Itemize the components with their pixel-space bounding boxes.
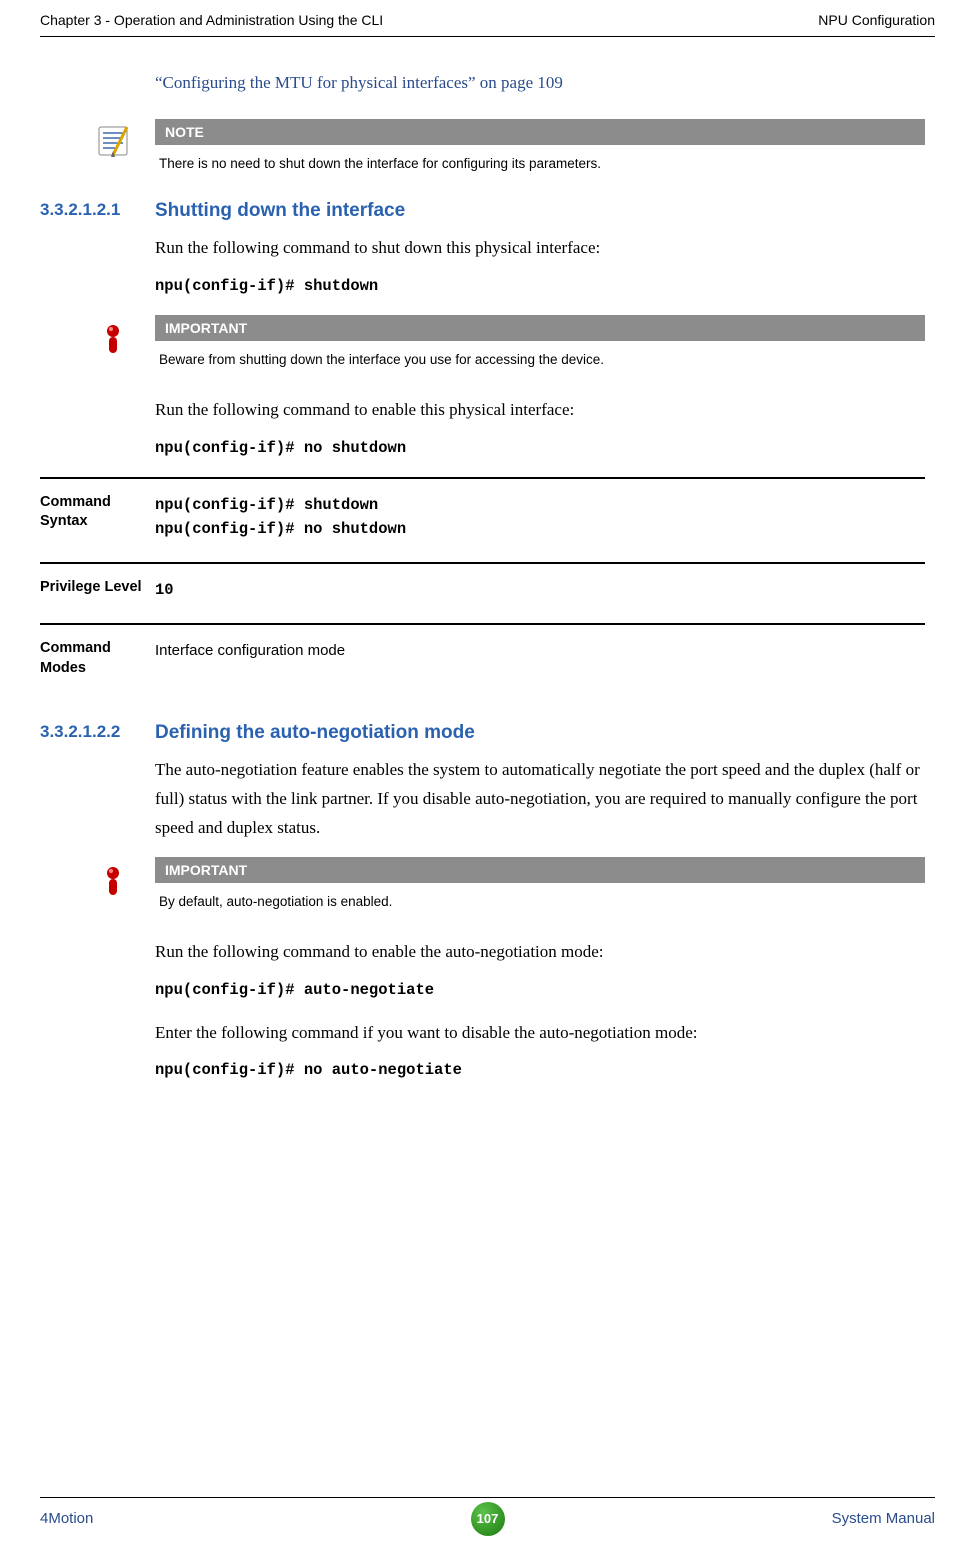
section-number: 3.3.2.1.2.2 — [40, 722, 155, 744]
table-row: Command Syntax npu(config-if)# shutdown … — [40, 477, 925, 563]
footer-right: System Manual — [832, 1510, 935, 1527]
paragraph: Run the following command to shut down t… — [155, 234, 925, 263]
important-icon — [93, 859, 133, 899]
ref-value: npu(config-if)# shutdown npu(config-if)#… — [155, 493, 406, 543]
ref-line: npu(config-if)# no shutdown — [155, 517, 406, 542]
note-text: There is no need to shut down the interf… — [155, 145, 925, 180]
ref-label: Command Syntax — [40, 493, 155, 543]
important-text: By default, auto-negotiation is enabled. — [155, 883, 925, 918]
header-right: NPU Configuration — [818, 12, 935, 28]
code-line: npu(config-if)# no shutdown — [155, 439, 925, 457]
table-row: Privilege Level 10 — [40, 562, 925, 623]
important-text: Beware from shutting down the interface … — [155, 341, 925, 376]
ref-label: Privilege Level — [40, 578, 155, 603]
paragraph: The auto-negotiation feature enables the… — [155, 756, 925, 843]
paragraph: Run the following command to enable this… — [155, 396, 925, 425]
command-reference-table: Command Syntax npu(config-if)# shutdown … — [40, 477, 925, 699]
page-footer: 4Motion 107 System Manual — [40, 1497, 935, 1527]
code-line: npu(config-if)# shutdown — [155, 277, 925, 295]
page-number: 107 — [477, 1511, 499, 1526]
note-header: NOTE — [155, 119, 925, 145]
code-line: npu(config-if)# no auto-negotiate — [155, 1061, 925, 1079]
ref-line: npu(config-if)# shutdown — [155, 493, 406, 518]
section-number: 3.3.2.1.2.1 — [40, 200, 155, 222]
page-number-badge: 107 — [471, 1502, 505, 1536]
note-icon — [93, 121, 133, 161]
cross-ref-link[interactable]: “Configuring the MTU for physical interf… — [155, 73, 925, 93]
important-callout: IMPORTANT Beware from shutting down the … — [75, 315, 925, 376]
code-line: npu(config-if)# auto-negotiate — [155, 981, 925, 999]
note-callout: NOTE There is no need to shut down the i… — [75, 119, 925, 180]
important-header: IMPORTANT — [155, 857, 925, 883]
important-callout: IMPORTANT By default, auto-negotiation i… — [75, 857, 925, 918]
paragraph: Enter the following command if you want … — [155, 1019, 925, 1048]
ref-label: Command Modes — [40, 639, 155, 678]
table-row: Command Modes Interface configuration mo… — [40, 623, 925, 698]
section-heading: 3.3.2.1.2.1 Shutting down the interface — [40, 200, 925, 222]
ref-value: 10 — [155, 578, 174, 603]
footer-left: 4Motion — [40, 1510, 93, 1527]
important-header: IMPORTANT — [155, 315, 925, 341]
section-title: Shutting down the interface — [155, 200, 405, 222]
section-heading: 3.3.2.1.2.2 Defining the auto-negotiatio… — [40, 722, 925, 744]
important-icon — [93, 317, 133, 357]
page-header: Chapter 3 - Operation and Administration… — [40, 0, 935, 37]
paragraph: Run the following command to enable the … — [155, 938, 925, 967]
header-left: Chapter 3 - Operation and Administration… — [40, 12, 383, 28]
ref-value: Interface configuration mode — [155, 639, 345, 678]
section-title: Defining the auto-negotiation mode — [155, 722, 475, 744]
